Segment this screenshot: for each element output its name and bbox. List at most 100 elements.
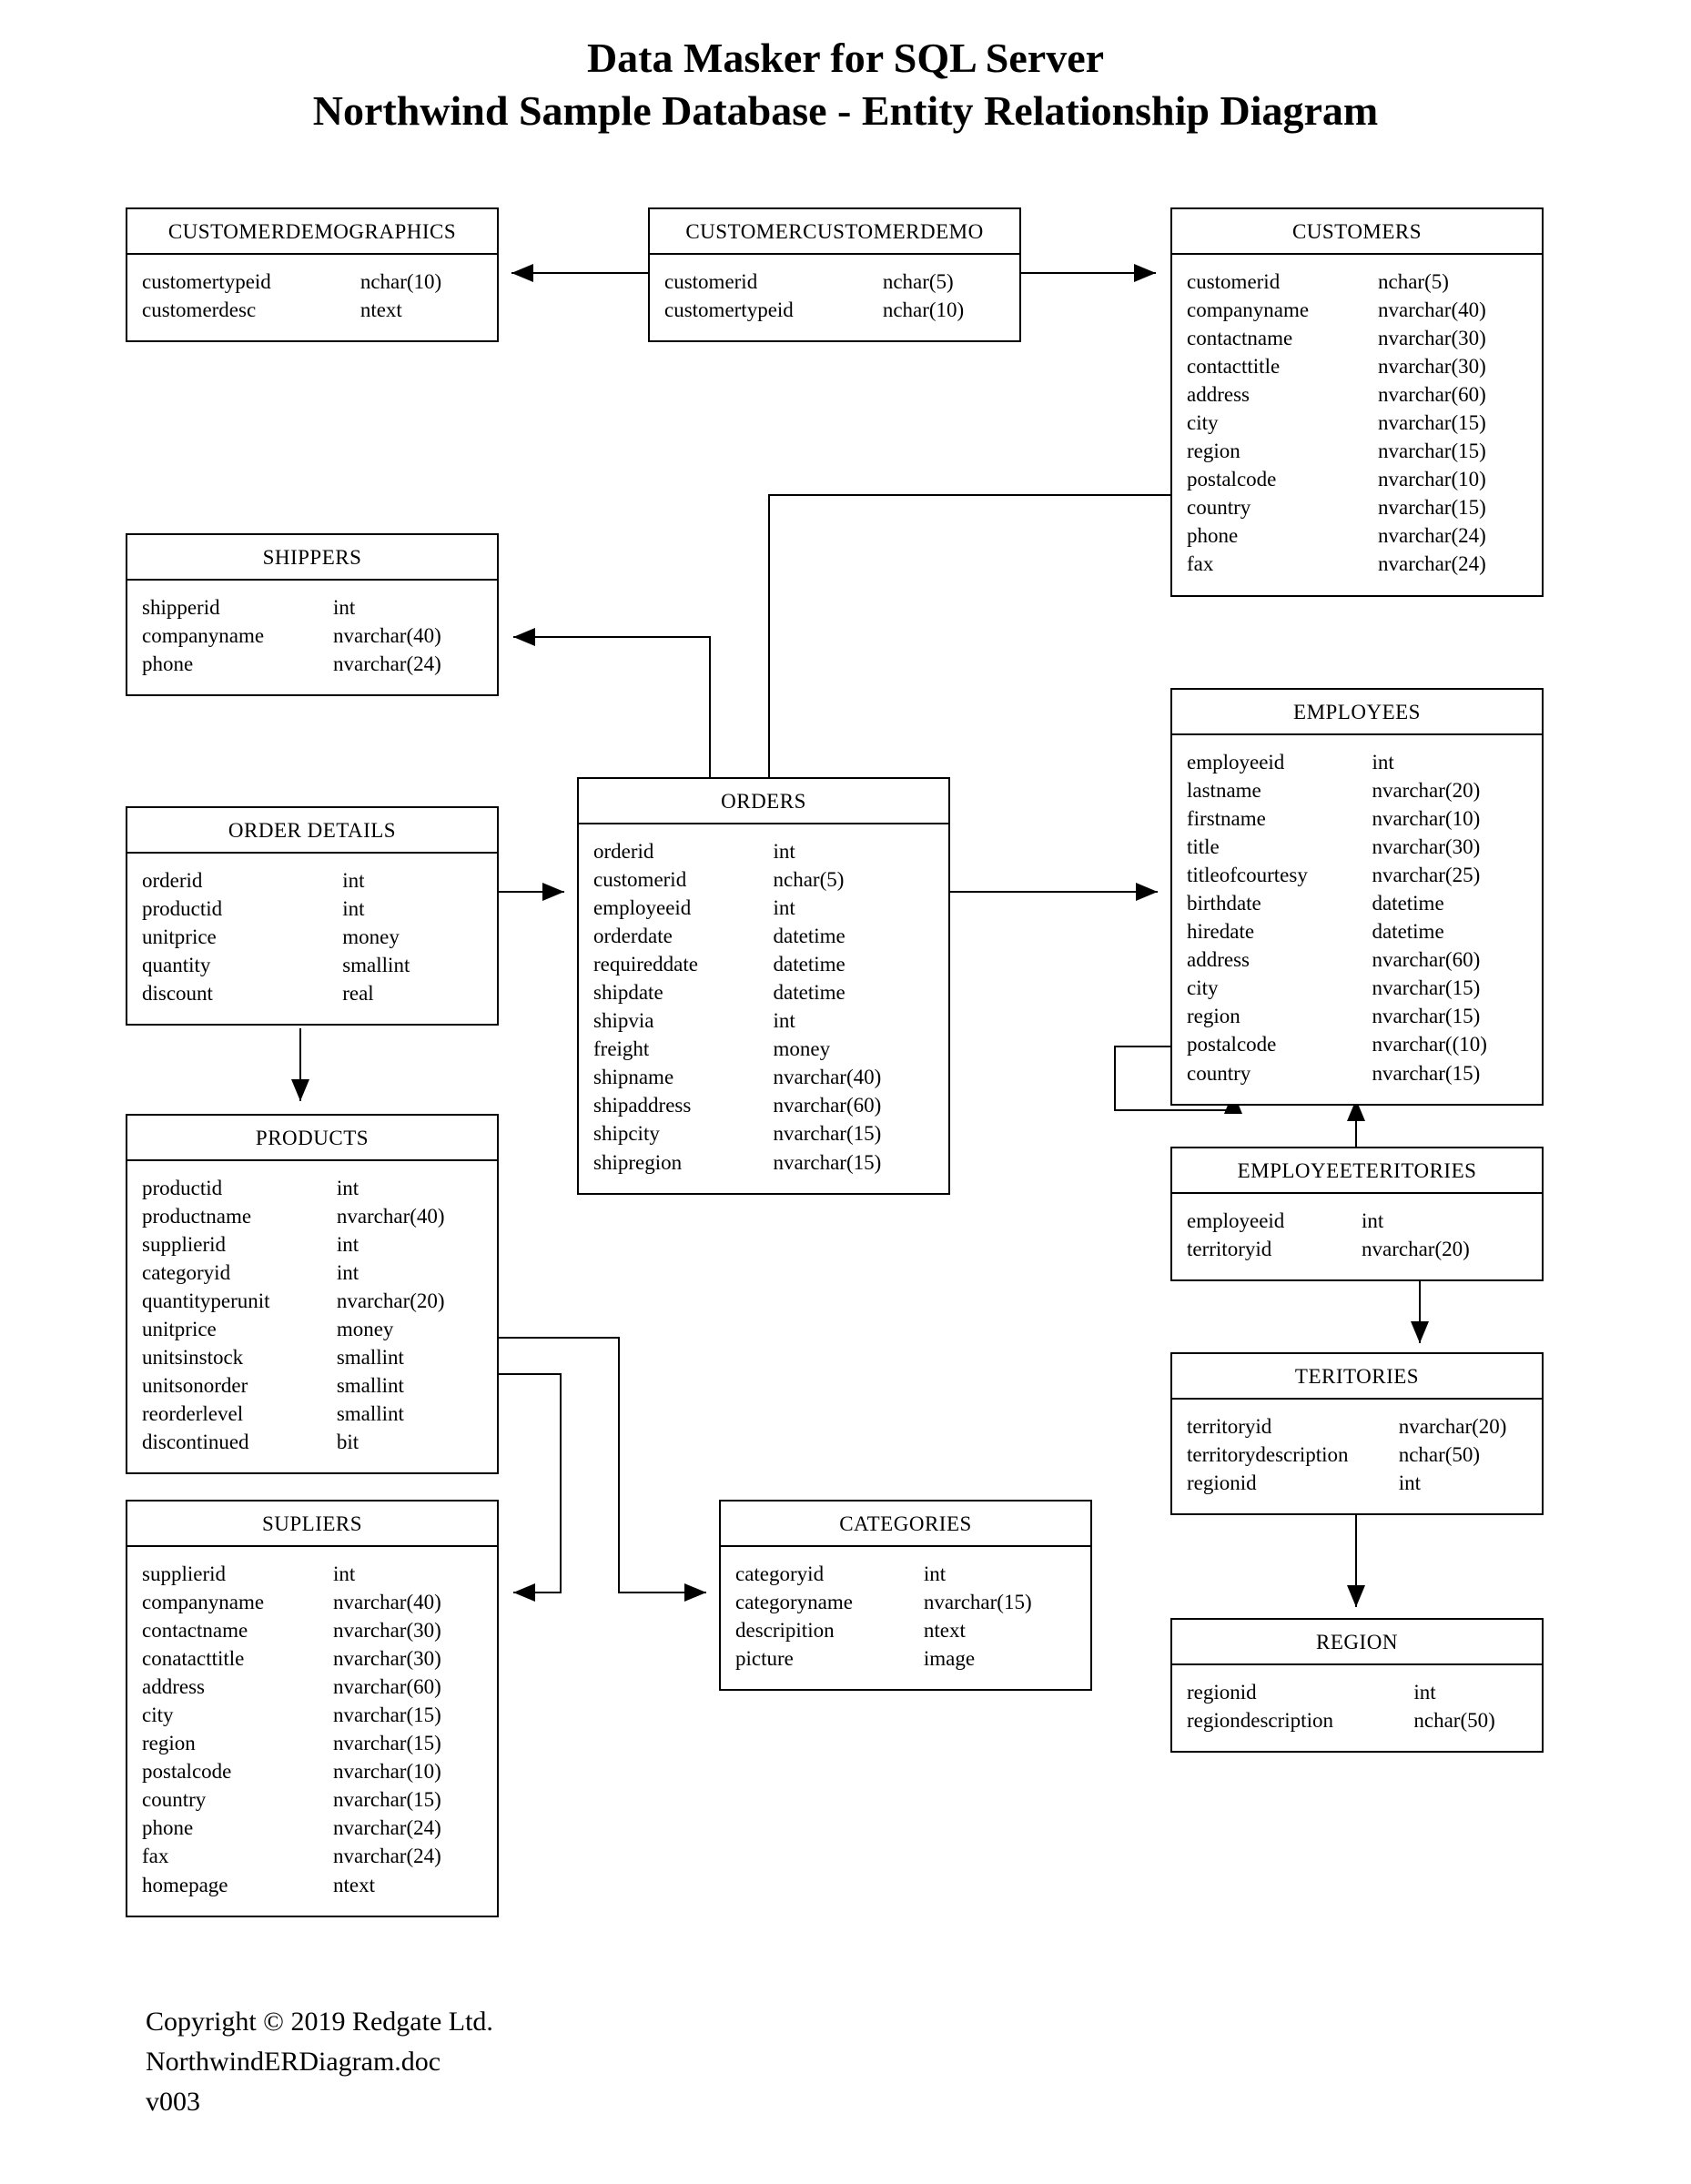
column-name: region (1187, 1002, 1372, 1030)
column-name: firstname (1187, 804, 1372, 833)
column-name: picture (735, 1644, 924, 1673)
column-name: companyname (142, 1588, 333, 1616)
column-name: employeeid (1187, 748, 1372, 776)
column-name: homepage (142, 1871, 333, 1899)
column-name: supplierid (142, 1560, 333, 1588)
footer-filename: NorthwindERDiagram.doc (146, 2042, 440, 2082)
column-type: nvarchar(30) (1378, 352, 1527, 380)
column-name: contactname (1187, 324, 1378, 352)
column-type: nvarchar(20) (1399, 1412, 1527, 1441)
column-type: datetime (774, 978, 934, 1006)
column-type: nvarchar(24) (1378, 521, 1527, 550)
column-name: region (142, 1729, 333, 1757)
column-type: nvarchar(20) (1372, 776, 1527, 804)
relationship-arrow (499, 1338, 706, 1592)
column-name: address (142, 1673, 333, 1701)
column-name: city (142, 1701, 333, 1729)
column-name: fax (1187, 550, 1378, 578)
column-type: int (342, 866, 482, 895)
column-name: city (1187, 409, 1378, 437)
entity-name: ORDER DETAILS (127, 808, 497, 854)
column-type: nvarchar(15) (333, 1729, 482, 1757)
column-type: int (774, 837, 934, 865)
column-name: titleofcourtesy (1187, 861, 1372, 889)
column-name: phone (142, 650, 333, 678)
column-type: int (333, 1560, 482, 1588)
column-type: nvarchar(15) (1378, 493, 1527, 521)
column-name: territoryid (1187, 1235, 1362, 1263)
entity-customerdemographics: CUSTOMERDEMOGRAPHICScustomertypeidnchar(… (126, 207, 499, 342)
column-type: ntext (333, 1871, 482, 1899)
column-name: hiredate (1187, 917, 1372, 945)
column-type: nchar(10) (360, 268, 482, 296)
entity-name: EMPLOYEETERITORIES (1172, 1148, 1542, 1194)
column-type: nvarchar(15) (333, 1785, 482, 1814)
column-name: categoryid (735, 1560, 924, 1588)
column-type: bit (337, 1428, 482, 1456)
column-name: regionid (1187, 1469, 1399, 1497)
column-type: nvarchar(40) (774, 1063, 934, 1091)
entity-name: ORDERS (579, 779, 948, 824)
column-name: productid (142, 1174, 337, 1202)
column-name: lastname (1187, 776, 1372, 804)
column-name: customerid (593, 865, 774, 894)
column-type: nchar(5) (1378, 268, 1527, 296)
column-type: money (337, 1315, 482, 1343)
column-type: int (342, 895, 482, 923)
relationship-arrow (499, 1374, 561, 1592)
column-type: ntext (924, 1616, 1076, 1644)
entity-employees: EMPLOYEESemployeeidintlastnamenvarchar(2… (1170, 688, 1544, 1106)
entity-name: CATEGORIES (721, 1502, 1090, 1547)
entity-name: CUSTOMERDEMOGRAPHICS (127, 209, 497, 255)
page-title-2: Northwind Sample Database - Entity Relat… (0, 87, 1691, 136)
column-name: region (1187, 437, 1378, 465)
column-type: nvarchar(24) (333, 1842, 482, 1870)
column-name: employeeid (593, 894, 774, 922)
column-type: int (774, 894, 934, 922)
column-type: nvarchar(30) (333, 1616, 482, 1644)
column-name: unitprice (142, 1315, 337, 1343)
column-name: productname (142, 1202, 337, 1230)
column-type: money (774, 1035, 934, 1063)
page-title-1: Data Masker for SQL Server (0, 35, 1691, 83)
column-name: customerid (1187, 268, 1378, 296)
entity-orderdetails: ORDER DETAILSorderidintproductidintunitp… (126, 806, 499, 1026)
column-name: address (1187, 380, 1378, 409)
column-type: nvarchar(60) (1378, 380, 1527, 409)
column-type: nvarchar(40) (333, 1588, 482, 1616)
column-type: nvarchar(30) (333, 1644, 482, 1673)
entity-name: EMPLOYEES (1172, 690, 1542, 735)
column-type: int (1413, 1678, 1527, 1706)
column-name: regiondescription (1187, 1706, 1413, 1734)
column-type: datetime (774, 950, 934, 978)
column-type: nvarchar(40) (333, 622, 482, 650)
column-name: discontinued (142, 1428, 337, 1456)
column-name: orderid (142, 866, 342, 895)
column-name: customertypeid (664, 296, 883, 324)
column-name: country (142, 1785, 333, 1814)
column-type: nvarchar(15) (1372, 1002, 1527, 1030)
column-name: city (1187, 974, 1372, 1002)
column-name: shipaddress (593, 1091, 774, 1119)
column-name: territorydescription (1187, 1441, 1399, 1469)
column-type: nvarchar(24) (333, 1814, 482, 1842)
footer-version: v003 (146, 2082, 200, 2122)
column-type: nvarchar(25) (1372, 861, 1527, 889)
column-type: int (1372, 748, 1527, 776)
column-name: territoryid (1187, 1412, 1399, 1441)
entity-categories: CATEGORIEScategoryidintcategorynamenvarc… (719, 1500, 1092, 1691)
column-type: nvarchar(15) (1372, 974, 1527, 1002)
column-name: orderdate (593, 922, 774, 950)
column-name: discount (142, 979, 342, 1007)
column-name: conatacttitle (142, 1644, 333, 1673)
column-type: image (924, 1644, 1076, 1673)
column-name: postalcode (1187, 1030, 1372, 1058)
column-type: int (337, 1230, 482, 1259)
column-name: address (1187, 945, 1372, 974)
column-type: nvarchar(60) (333, 1673, 482, 1701)
column-name: companyname (1187, 296, 1378, 324)
column-type: datetime (1372, 889, 1527, 917)
column-type: nvarchar(15) (1378, 437, 1527, 465)
column-type: nvarchar(40) (337, 1202, 482, 1230)
column-name: quantityperunit (142, 1287, 337, 1315)
